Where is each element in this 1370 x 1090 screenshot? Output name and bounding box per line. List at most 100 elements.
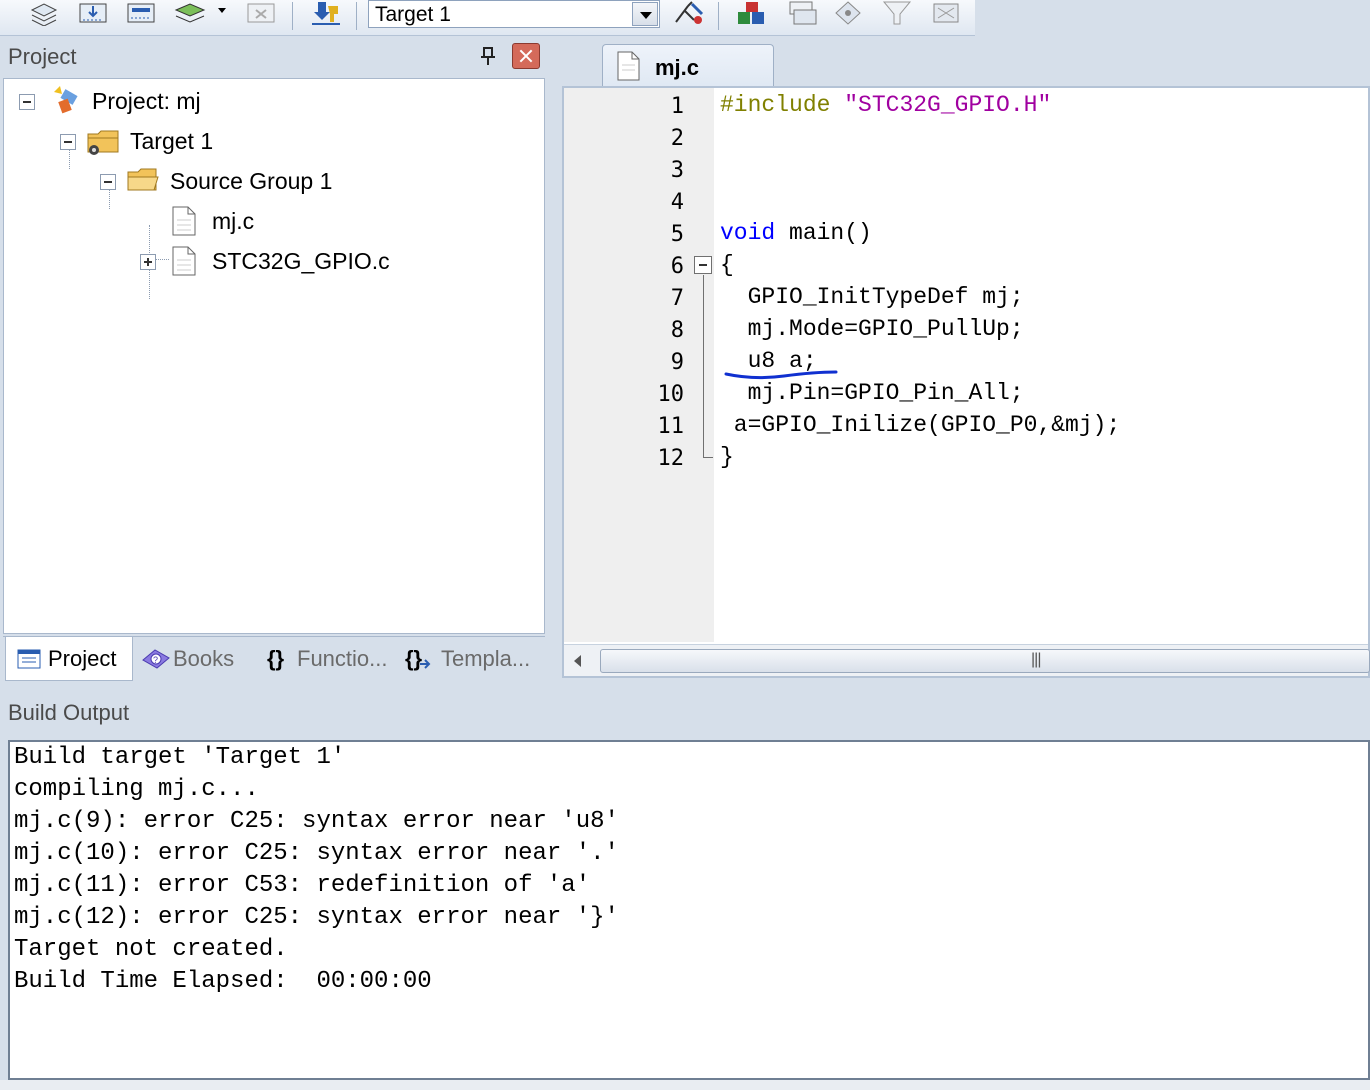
target-options-icon[interactable] (672, 0, 704, 24)
project-panel-title: Project (8, 44, 77, 69)
project-tree: Project: mj Target 1 Source Group 1 mj.c (3, 78, 545, 634)
target-select[interactable]: Target 1 (368, 0, 660, 28)
file-icon (170, 206, 198, 236)
build-output-header: Build Output (0, 690, 1370, 734)
diamond-icon[interactable] (834, 0, 864, 25)
tab-label: Templa... (441, 646, 531, 671)
file-icon (615, 51, 641, 86)
tab-mj-c[interactable]: mj.c (602, 44, 774, 88)
windows-icon[interactable] (786, 0, 817, 25)
fold-line-end (703, 457, 713, 458)
code-text: main() (775, 220, 872, 246)
horizontal-scrollbar[interactable]: ||| (564, 644, 1370, 676)
project-panel-header: Project (0, 36, 552, 76)
download-icon[interactable] (78, 0, 108, 24)
tab-project[interactable]: Project (5, 637, 133, 681)
project-icon (46, 86, 84, 116)
line-number-gutter: 1 2 3 4 5 6 7 8 9 10 11 12 (564, 88, 686, 642)
scroll-left-icon[interactable] (570, 651, 590, 671)
target-select-value: Target 1 (375, 3, 451, 26)
line-number: 7 (670, 286, 684, 311)
editor-area: mj.c 1 2 3 4 5 6 7 8 9 10 11 12 #include… (556, 36, 1370, 684)
toolbar: Target 1 (0, 0, 975, 36)
code-line-5: void main() (720, 220, 872, 246)
tree-item-source-group[interactable]: Source Group 1 (126, 163, 332, 199)
expand-toggle[interactable] (140, 254, 156, 270)
flash-download-icon[interactable] (310, 0, 340, 25)
tree-item-label: mj.c (212, 207, 255, 234)
tab-books[interactable]: ? Books (141, 637, 255, 681)
output-line[interactable]: mj.c(9): error C25: syntax error near 'u… (14, 808, 619, 835)
books-icon: ? (141, 646, 170, 672)
code-line-8: mj.Mode=GPIO_PullUp; (720, 316, 1024, 342)
output-line[interactable]: mj.c(10): error C25: syntax error near '… (14, 840, 619, 867)
keyword: void (720, 220, 776, 246)
code-line-12: } (720, 444, 734, 470)
string-literal: "STC32G_GPIO.H" (844, 92, 1052, 118)
line-number: 3 (670, 158, 684, 183)
manage-components-icon[interactable] (736, 0, 766, 24)
hand-drawn-underline (724, 370, 838, 380)
braces-icon: {} (267, 646, 285, 671)
collapse-toggle[interactable] (100, 174, 116, 190)
target-folder-icon (86, 126, 122, 156)
scrollbar-thumb[interactable]: ||| (600, 649, 1370, 673)
line-number: 1 (670, 94, 684, 119)
tree-item-target[interactable]: Target 1 (86, 123, 213, 159)
build-output-console[interactable]: Build target 'Target 1' compiling mj.c..… (8, 740, 1370, 1080)
tree-item-label: Source Group 1 (170, 167, 333, 194)
rebuild-icon[interactable] (126, 0, 156, 24)
close-icon[interactable] (512, 43, 540, 69)
line-number: 11 (657, 414, 685, 439)
editor-tab-strip: mj.c (556, 36, 1370, 88)
tab-templates[interactable]: {} Templa... (405, 637, 539, 681)
output-line: Build target 'Target 1' (14, 744, 346, 771)
code-line-7: GPIO_InitTypeDef mj; (720, 284, 1024, 310)
code-line-1: #include "STC32G_GPIO.H" (720, 92, 1051, 118)
tab-label: Books (173, 646, 235, 671)
tree-item-label: Project: mj (92, 87, 201, 114)
collapse-toggle[interactable] (60, 134, 76, 150)
tree-item-label: STC32G_GPIO.c (212, 247, 390, 274)
tree-item-file[interactable]: STC32G_GPIO.c (170, 243, 390, 279)
line-number: 4 (670, 190, 684, 215)
line-number: 2 (670, 126, 684, 151)
toolbar-background (975, 0, 1370, 36)
fold-margin (686, 88, 714, 642)
funnel-icon[interactable] (882, 0, 912, 25)
tab-functions[interactable]: {} Functio... (267, 637, 397, 681)
folder-icon (126, 166, 162, 196)
output-line: Build Time Elapsed: 00:00:00 (14, 968, 432, 995)
project-panel-tabs: Project ? Books {} Functio... {} Templa.… (3, 636, 545, 682)
collapse-toggle[interactable] (19, 94, 35, 110)
svg-text:?: ? (153, 655, 158, 665)
output-line: compiling mj.c... (14, 776, 259, 803)
project-panel: Project Project: mj Target 1 Source Grou… (0, 36, 552, 684)
tab-label: mj.c (655, 55, 700, 80)
output-line[interactable]: mj.c(11): error C53: redefinition of 'a' (14, 872, 590, 899)
batch-build-icon[interactable] (174, 0, 226, 24)
line-number: 10 (657, 382, 685, 407)
line-number: 9 (670, 350, 684, 375)
template-icon: {} (405, 646, 435, 672)
grip-icon: ||| (1031, 651, 1042, 668)
tree-item-project[interactable]: Project: mj (46, 83, 201, 119)
preprocessor-directive: #include (720, 92, 831, 118)
code-editor[interactable]: 1 2 3 4 5 6 7 8 9 10 11 12 #include "STC… (562, 86, 1370, 678)
tab-label: Project (48, 645, 117, 671)
fold-toggle[interactable] (694, 256, 712, 274)
pin-icon[interactable] (478, 46, 498, 66)
stop-build-icon[interactable] (246, 0, 276, 24)
code-line-6: { (720, 252, 734, 278)
fold-line (703, 275, 704, 457)
line-number: 8 (670, 318, 684, 343)
build-output-title: Build Output (8, 700, 130, 725)
output-line[interactable]: mj.c(12): error C25: syntax error near '… (14, 904, 619, 931)
chevron-down-icon[interactable] (632, 2, 658, 26)
line-number: 6 (670, 254, 684, 279)
line-number: 5 (670, 222, 684, 247)
chip-icon[interactable] (930, 0, 960, 24)
stack-icon[interactable] (28, 0, 58, 27)
tree-item-file[interactable]: mj.c (170, 203, 254, 239)
output-line: Target not created. (14, 936, 288, 963)
